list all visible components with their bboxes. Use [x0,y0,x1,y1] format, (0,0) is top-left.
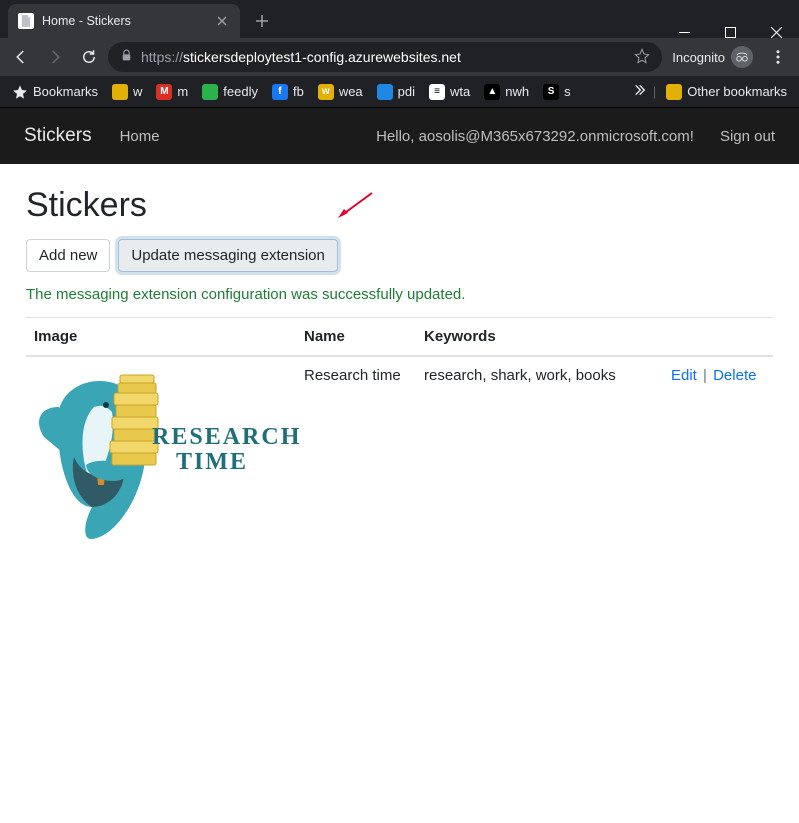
sticker-name: Research time [296,356,416,557]
th-keywords: Keywords [416,318,663,357]
bookmark-item[interactable]: Ss [539,81,575,103]
bookmark-favicon: f [272,84,288,100]
bookmark-label: w [133,84,142,99]
bookmark-item[interactable]: pdi [373,81,419,103]
signout-link[interactable]: Sign out [720,128,775,145]
browser-tabstrip: Home - Stickers [0,0,799,38]
incognito-label: Incognito [672,50,725,65]
main-content: Stickers Add new Update messaging extens… [0,164,799,579]
bookmark-star-icon[interactable] [634,48,650,67]
nav-home[interactable]: Home [120,128,160,145]
bookmark-label: m [177,84,188,99]
add-new-button[interactable]: Add new [26,239,110,272]
browser-toolbar: https://stickersdeploytest1-config.azure… [0,38,799,76]
sticker-text-line2: TIME [176,449,248,475]
bookmark-favicon: w [318,84,334,100]
bookmark-label: s [564,84,571,99]
other-bookmarks[interactable]: Other bookmarks [662,81,791,103]
sticker-image: RESEARCH TIME [34,367,279,547]
bookmark-label: nwh [505,84,529,99]
window-minimize-button[interactable] [661,27,707,38]
bookmark-item[interactable]: w [108,81,146,103]
bookmark-item[interactable]: ▲ nwh [480,81,533,103]
other-bookmarks-label: Other bookmarks [687,84,787,99]
window-close-button[interactable] [753,27,799,38]
bookmark-favicon: ▲ [484,84,500,100]
browser-menu-button[interactable] [763,42,793,72]
close-tab-icon[interactable] [214,13,230,29]
bookmark-label: pdi [398,84,415,99]
window-maximize-button[interactable] [707,27,753,38]
bookmarks-bar: Bookmarks wMmfeedlyffbwweapdi≡wta▲nwhSs … [0,76,799,108]
bookmark-item[interactable]: feedly [198,81,262,103]
bookmark-label: fb [293,84,304,99]
bookmark-label: wta [450,84,470,99]
edit-link[interactable]: Edit [671,367,697,384]
bookmarks-overflow-icon[interactable] [631,82,647,101]
tab-title: Home - Stickers [42,14,206,28]
th-name: Name [296,318,416,357]
reload-button[interactable] [74,42,104,72]
th-actions [663,318,773,357]
url-text: https://stickersdeploytest1-config.azure… [141,49,626,65]
bookmark-favicon [377,84,393,100]
app-navbar: Stickers Home Hello, aosolis@M365x673292… [0,108,799,164]
bookmarks-label: Bookmarks [33,84,98,99]
bookmark-label: wea [339,84,363,99]
user-greeting: Hello, aosolis@M365x673292.onmicrosoft.c… [376,128,694,145]
table-row: RESEARCH TIME Research time research, sh… [26,356,773,557]
bookmark-favicon [202,84,218,100]
new-tab-button[interactable] [248,7,276,35]
address-bar[interactable]: https://stickersdeploytest1-config.azure… [108,42,662,72]
bookmarks-star[interactable]: Bookmarks [8,81,102,103]
page-viewport: Stickers Home Hello, aosolis@M365x673292… [0,108,799,785]
incognito-icon [731,46,753,68]
bookmark-item[interactable]: ffb [268,81,308,103]
lock-icon [120,49,133,65]
bookmark-label: feedly [223,84,258,99]
status-message: The messaging extension configuration wa… [26,286,773,303]
page-icon [18,13,34,29]
page-title: Stickers [26,186,773,225]
forward-button[interactable] [40,42,70,72]
app-brand[interactable]: Stickers [24,125,92,147]
bookmark-item[interactable]: Mm [152,81,192,103]
bookmark-item[interactable]: ≡ wta [425,81,474,103]
bookmark-favicon: M [156,84,172,100]
th-image: Image [26,318,296,357]
sticker-keywords: research, shark, work, books [416,356,663,557]
bookmark-item[interactable]: wwea [314,81,367,103]
sticker-image-cell: RESEARCH TIME [26,356,296,557]
browser-tab[interactable]: Home - Stickers [8,4,240,38]
bookmark-favicon: S [543,84,559,100]
incognito-badge: Incognito [666,46,759,68]
sticker-text-line1: RESEARCH [152,424,301,450]
stickers-table: Image Name Keywords [26,317,773,557]
delete-link[interactable]: Delete [713,367,756,384]
back-button[interactable] [6,42,36,72]
update-extension-button[interactable]: Update messaging extension [118,239,337,272]
bookmark-favicon: ≡ [429,84,445,100]
bookmark-favicon [112,84,128,100]
